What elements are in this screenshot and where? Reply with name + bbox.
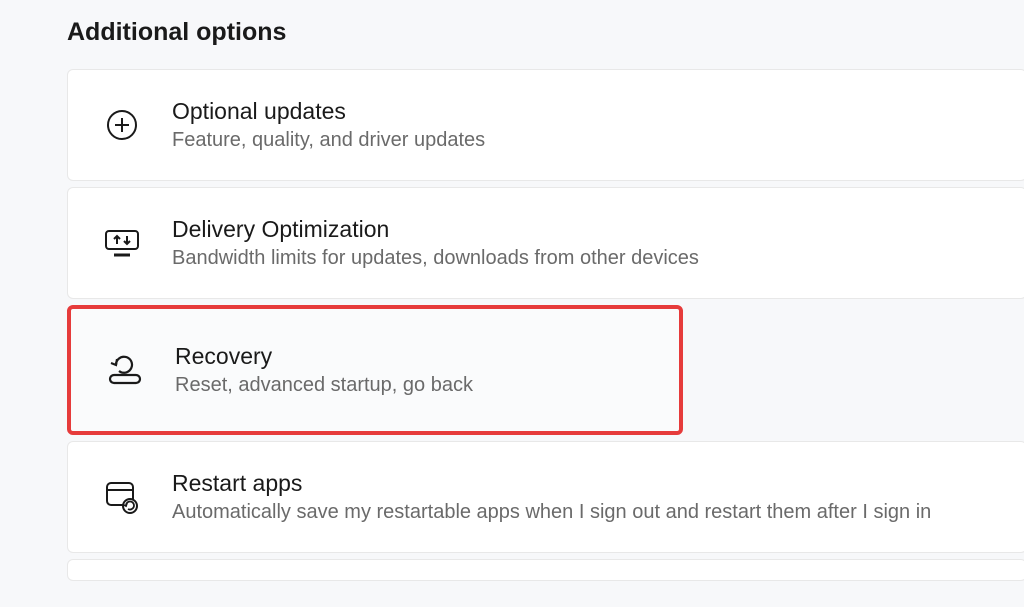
option-title: Delivery Optimization <box>172 216 699 243</box>
option-description: Automatically save my restartable apps w… <box>172 501 931 524</box>
option-recovery[interactable]: Recovery Reset, advanced startup, go bac… <box>67 305 683 435</box>
recovery-icon <box>105 350 145 390</box>
option-title: Restart apps <box>172 470 931 497</box>
restart-apps-icon <box>102 477 142 517</box>
option-title: Optional updates <box>172 98 485 125</box>
plus-circle-icon <box>102 105 142 145</box>
option-restart-apps[interactable]: Restart apps Automatically save my resta… <box>67 441 1024 553</box>
option-description: Bandwidth limits for updates, downloads … <box>172 247 699 270</box>
option-description: Feature, quality, and driver updates <box>172 129 485 152</box>
option-delivery-optimization[interactable]: Delivery Optimization Bandwidth limits f… <box>67 187 1024 299</box>
option-next-partial[interactable] <box>67 559 1024 581</box>
option-description: Reset, advanced startup, go back <box>175 374 473 397</box>
section-title: Additional options <box>67 18 1024 47</box>
option-title: Recovery <box>175 343 473 370</box>
delivery-optimization-icon <box>102 223 142 263</box>
option-optional-updates[interactable]: Optional updates Feature, quality, and d… <box>67 69 1024 181</box>
